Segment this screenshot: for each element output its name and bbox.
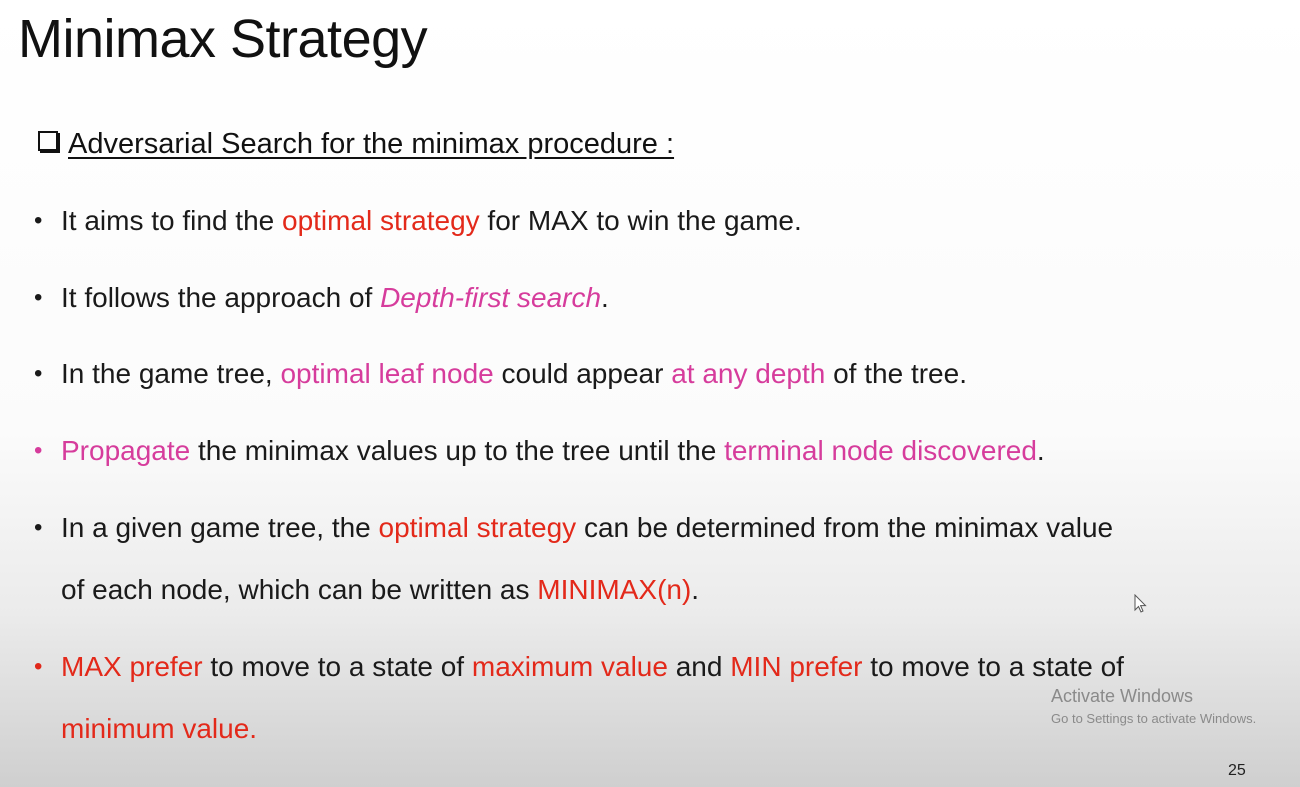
- slide-title: Minimax Strategy: [18, 9, 428, 69]
- bullet-text: .: [601, 282, 609, 313]
- bullet-text: for MAX to win the game.: [479, 205, 802, 236]
- bullet-item: • It aims to find the optimal strategy fo…: [34, 190, 802, 252]
- bullet-text: In a given game tree, the: [61, 512, 379, 543]
- bullet-item: • In a given game tree, the optimal strat…: [34, 497, 1113, 621]
- bullet-text: the minimax values up to the tree until …: [190, 435, 725, 466]
- bullet-text: could appear: [493, 358, 672, 389]
- bullet-item: • Propagate the minimax values up to the …: [34, 420, 1045, 482]
- bullet-text: of each node, which can be written as: [61, 574, 538, 605]
- page-number: 25: [1228, 762, 1246, 779]
- bullet-item: • In the game tree, optimal leaf node cou…: [34, 343, 967, 405]
- highlight-text: Depth-first search: [380, 282, 602, 313]
- bullet-dot-icon: •: [34, 514, 43, 541]
- bullet-text: to move to a state of: [862, 651, 1124, 682]
- bullet-dot-icon: •: [34, 653, 43, 680]
- bullet-item: • MAX prefer to move to a state of maximu…: [34, 636, 1124, 760]
- highlight-text: optimal strategy: [378, 512, 577, 543]
- highlight-text: optimal strategy: [282, 205, 480, 236]
- mouse-pointer-icon: [1134, 593, 1148, 619]
- bullet-text: In the game tree,: [61, 358, 281, 389]
- highlight-text: Propagate: [61, 435, 191, 466]
- highlight-text: terminal node discovered: [724, 435, 1037, 466]
- highlight-text: maximum value: [471, 651, 668, 682]
- activation-watermark: Activate Windows Go to Settings to activ…: [1051, 686, 1256, 726]
- bullet-text: It follows the approach of: [61, 282, 381, 313]
- watermark-subtitle: Go to Settings to activate Windows.: [1051, 711, 1257, 726]
- section-heading: Adversarial Search for the minimax proce…: [38, 128, 674, 161]
- bullet-continuation: minimum value.: [34, 698, 1124, 760]
- bullet-text: It aims to find the: [61, 205, 282, 236]
- bullet-text: of the tree.: [825, 358, 967, 389]
- bullet-dot-icon: •: [34, 437, 43, 464]
- bullet-text: to move to a state of: [202, 651, 472, 682]
- highlight-text: minimum value.: [61, 713, 258, 744]
- bullet-text: and: [667, 651, 731, 682]
- watermark-title: Activate Windows: [1051, 686, 1194, 706]
- highlight-text: MAX prefer: [61, 651, 203, 682]
- bullet-dot-icon: •: [34, 284, 43, 311]
- bullet-text: .: [1036, 435, 1045, 466]
- highlight-text: MINIMAX(n): [537, 574, 692, 605]
- highlight-text: optimal leaf node: [280, 358, 494, 389]
- bullet-text: .: [691, 574, 700, 605]
- highlight-text: MIN prefer: [730, 651, 863, 682]
- checkbox-bullet-icon: [38, 131, 58, 151]
- bullet-item: • It follows the approach of Depth-first …: [34, 267, 609, 329]
- section-heading-text: Adversarial Search for the minimax proce…: [68, 128, 675, 160]
- bullet-continuation: of each node, which can be written as MI…: [34, 559, 1113, 621]
- highlight-text: at any depth: [671, 358, 826, 389]
- bullet-dot-icon: •: [34, 207, 43, 234]
- bullet-dot-icon: •: [34, 360, 43, 387]
- bullet-text: can be determined from the minimax value: [576, 512, 1114, 543]
